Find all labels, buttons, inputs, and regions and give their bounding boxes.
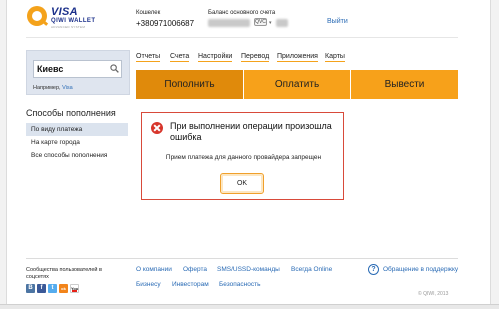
action-tabs: Пополнить Оплатить Вывести (136, 70, 458, 99)
wallet-number: +380971006687 (136, 19, 195, 28)
method-city-map[interactable]: На карте города (26, 136, 128, 149)
twitter-icon[interactable]: t (48, 284, 57, 293)
dialog-message: Прием платежа для данного провайдера зап… (165, 154, 322, 161)
dialog-title: При выполнении операции произошла ошибка (170, 121, 332, 142)
search-hint: Например, Visa (33, 85, 73, 91)
youtube-icon[interactable]: You (70, 284, 79, 293)
vk-icon[interactable]: В (26, 284, 35, 293)
balance-extra-hidden (276, 19, 288, 27)
youtube-red-bar (72, 290, 77, 292)
method-by-payment-type[interactable]: По виду платежа (26, 123, 128, 136)
error-dialog: При выполнении операции произошла ошибка… (141, 112, 344, 200)
nav-settings[interactable]: Настройки (198, 52, 233, 62)
odnoklassniki-icon[interactable]: ok (59, 284, 68, 293)
footer-link-security[interactable]: Безопасность (219, 281, 260, 288)
help-icon[interactable]: ? (368, 264, 379, 275)
facebook-icon[interactable]: f (37, 284, 46, 293)
tab-withdraw[interactable]: Вывести (351, 70, 458, 99)
logo-product: QIWI WALLET (51, 18, 96, 24)
logout-link[interactable]: Выйти (327, 18, 348, 25)
currency-selector[interactable]: QVC (254, 18, 267, 26)
balance-label: Баланс основного счета (208, 10, 276, 16)
logo-brand: VISA (51, 6, 78, 18)
nav-transfer[interactable]: Перевод (241, 52, 270, 62)
nav-cards[interactable]: Карты (325, 52, 345, 62)
footer-link-business[interactable]: Бизнесу (136, 281, 161, 288)
chevron-down-icon[interactable]: ▾ (269, 20, 272, 26)
methods-list: По виду платежа На карте города Все спос… (26, 123, 128, 162)
search-input[interactable] (33, 60, 122, 78)
qiwi-q-tail (40, 19, 49, 26)
methods-title: Способы пополнения (26, 108, 116, 118)
search-icon[interactable] (110, 64, 119, 73)
method-all[interactable]: Все способы пополнения (26, 149, 128, 162)
qiwi-visa-logo[interactable]: VISA QIWI WALLET ADVANCED SYSTEM (27, 6, 99, 32)
tab-pay[interactable]: Оплатить (244, 70, 350, 99)
footer-link-investors[interactable]: Инвесторам (172, 281, 209, 288)
ok-button[interactable]: OK (220, 173, 264, 194)
provider-search-panel: Например, Visa (26, 50, 130, 95)
balance-value-hidden (208, 19, 250, 27)
nav-apps[interactable]: Приложения (277, 52, 318, 62)
wallet-label: Кошелек (136, 10, 161, 16)
nav-accounts[interactable]: Счета (170, 52, 190, 62)
community-label: Сообщества пользователей в соцсетях (26, 267, 102, 280)
footer-link-sms-ussd[interactable]: SMS/USSD-команды (217, 266, 280, 273)
tab-topup[interactable]: Пополнить (136, 70, 243, 99)
search-hint-example[interactable]: Visa (62, 85, 73, 91)
footer-divider (26, 258, 458, 259)
logo-tagline: ADVANCED SYSTEM (51, 25, 86, 29)
window-frame-right (490, 0, 499, 309)
header-divider (26, 37, 458, 38)
support-link[interactable]: Обращение в поддержку (383, 266, 458, 273)
search-hint-prefix: Например, (33, 85, 61, 91)
error-icon (151, 122, 163, 134)
window-frame-left (0, 0, 7, 309)
footer-link-always-online[interactable]: Всегда Online (291, 266, 332, 273)
footer-link-offer[interactable]: Оферта (183, 266, 207, 273)
footer-link-about[interactable]: О компании (136, 266, 172, 273)
nav-reports[interactable]: Отчеты (136, 52, 161, 62)
window-frame-bottom (0, 304, 499, 309)
copyright: © QIWI, 2013 (418, 291, 449, 297)
